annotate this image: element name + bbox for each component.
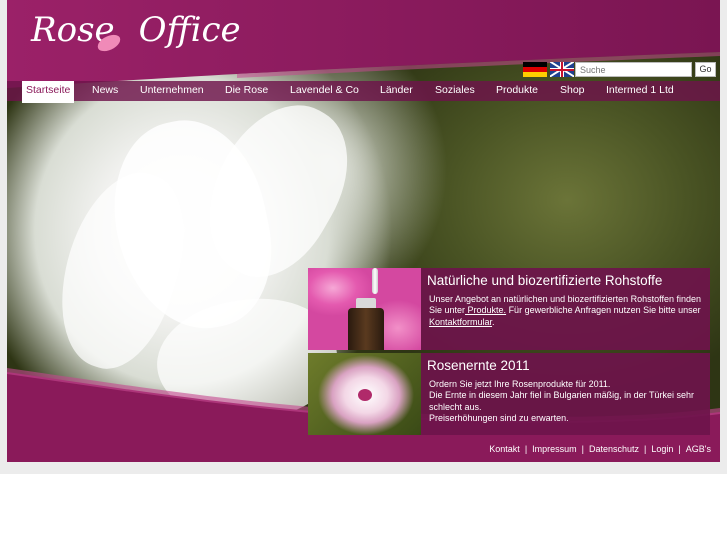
- teaser-title: Natürliche und biozertifizierte Rohstoff…: [427, 273, 663, 288]
- german-flag-icon[interactable]: [523, 62, 547, 77]
- teaser-text: Ordern Sie jetzt Ihre Rosenprodukte für …: [429, 379, 694, 423]
- teaser-rose-harvest: Rosenernte 2011 Ordern Sie jetzt Ihre Ro…: [308, 353, 710, 435]
- nav-item-laender[interactable]: Länder: [380, 81, 413, 101]
- footer: Kontakt | Impressum | Datenschutz | Login | AGB'…: [7, 440, 720, 462]
- footer-link-agb[interactable]: AGB's: [686, 444, 711, 454]
- footer-links: Kontakt | Impressum | Datenschutz | Login | AGB'…: [489, 444, 711, 454]
- teaser-title: Rosenernte 2011: [427, 358, 530, 373]
- search-go-button[interactable]: Go: [695, 62, 716, 77]
- site-logo[interactable]: Rose Office: [31, 10, 241, 50]
- nav-item-news[interactable]: News: [92, 81, 118, 101]
- nav-item-shop[interactable]: Shop: [560, 81, 585, 101]
- produkte-link[interactable]: Produkte.: [465, 305, 507, 315]
- footer-link-impressum[interactable]: Impressum: [532, 444, 577, 454]
- footer-link-kontakt[interactable]: Kontakt: [489, 444, 520, 454]
- teaser-raw-materials: Natürliche und biozertifizierte Rohstoff…: [308, 268, 710, 350]
- kontaktformular-link[interactable]: Kontaktformular: [429, 317, 492, 327]
- nav-item-startseite[interactable]: Startseite: [22, 81, 75, 103]
- search-input[interactable]: [575, 62, 692, 77]
- rose-blossom-image: [308, 353, 421, 435]
- footer-link-datenschutz[interactable]: Datenschutz: [589, 444, 639, 454]
- footer-link-login[interactable]: Login: [651, 444, 673, 454]
- nav-item-unternehmen[interactable]: Unternehmen: [140, 81, 204, 101]
- main-nav: Startseite News Unternehmen Die Rose Lav…: [7, 81, 720, 103]
- nav-item-soziales[interactable]: Soziales: [435, 81, 475, 101]
- nav-item-intermed[interactable]: Intermed 1 Ltd: [606, 81, 674, 101]
- site-container: RoseOffice Go Startseite News Unternehme…: [7, 0, 720, 462]
- page-frame: RoseOffice Go Startseite News Unternehme…: [0, 0, 727, 474]
- logo-text-office: Office: [138, 10, 241, 50]
- uk-flag-icon[interactable]: [550, 62, 574, 77]
- teaser-text: Unser Angebot an natürlichen und biozert…: [429, 294, 702, 327]
- nav-item-produkte[interactable]: Produkte: [496, 81, 538, 101]
- nav-item-die-rose[interactable]: Die Rose: [225, 81, 268, 101]
- nav-item-lavendel[interactable]: Lavendel & Co: [290, 81, 359, 101]
- essential-oil-bottle-image: [308, 268, 421, 350]
